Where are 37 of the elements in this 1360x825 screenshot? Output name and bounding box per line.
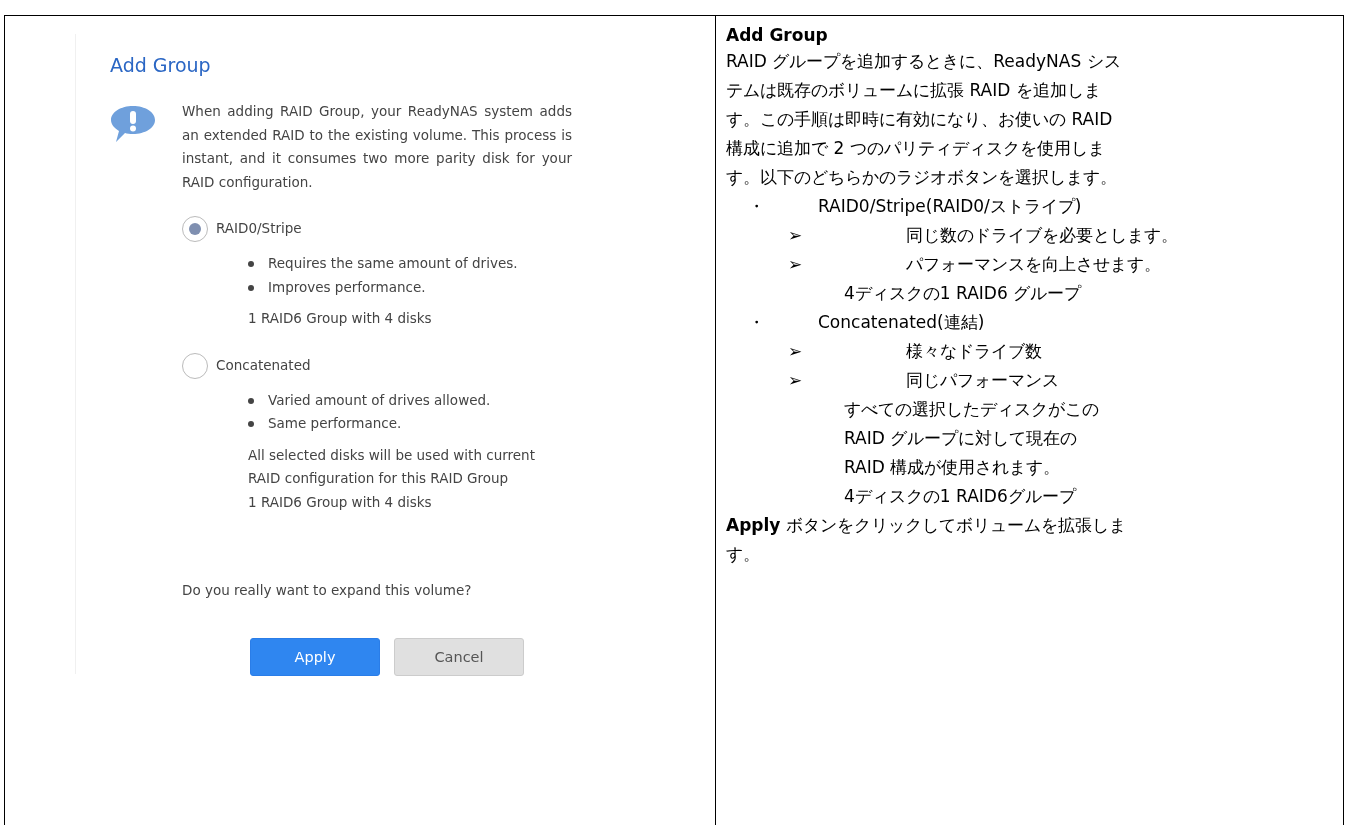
bullet-text: Same performance. — [268, 414, 402, 433]
section-title: Add Group — [726, 24, 829, 47]
bullet-icon — [248, 261, 254, 267]
bullet-text: Improves performance. — [268, 277, 426, 297]
arrow-marker: ➢ — [787, 369, 804, 392]
dialog-title: Add Group — [110, 54, 212, 76]
bullet-icon — [248, 421, 254, 427]
apply-button[interactable]: Apply — [250, 637, 380, 676]
option-label: RAID0/Stripe(RAID0/ストライプ) — [818, 195, 1082, 218]
arrow-marker: ➢ — [787, 340, 804, 363]
option-note: すべての選択したディスクがこの RAID グループに対して現在の RAID 構成が使用されます。 — [843, 398, 1100, 479]
bullet-icon — [248, 284, 254, 291]
cancel-button[interactable]: Cancel — [394, 637, 524, 676]
option-point: 同じパフォーマンス — [906, 369, 1059, 392]
option-label: RAID0/Stripe — [216, 219, 302, 239]
option-point: 様々なドライブ数 — [906, 340, 1042, 363]
bullet-icon — [248, 397, 254, 404]
speech-bubble-icon — [110, 104, 156, 144]
option-label: Concatenated — [216, 355, 311, 375]
option-point: パフォーマンスを向上させます。 — [906, 253, 1161, 276]
footer-paragraph: Apply ボタンをクリックしてボリュームを拡張します。 — [726, 514, 1127, 566]
arrow-marker: ➢ — [787, 253, 804, 276]
bullet-text: Requires the same amount of drives. — [268, 254, 518, 273]
bullet-text: Varied amount of drives allowed. — [268, 390, 491, 410]
bullet-marker: ・ — [747, 311, 766, 334]
option-note: 1 RAID6 Group with 4 disks — [248, 492, 433, 512]
dialog-message: When adding RAID Group, your ReadyNAS system adds an extended RAID to the existing volume. This process is instant, and it consumes two more parity disk for your RAID configuration. — [182, 102, 572, 192]
option-label: Concatenated(連結) — [818, 311, 985, 334]
confirm-question: Do you really want to expand this volume? — [182, 581, 473, 600]
option-note: 4ディスクの1 RAID6グループ — [843, 485, 1078, 508]
option-note: 4ディスクの1 RAID6 グループ — [843, 282, 1083, 305]
option-point: 同じ数のドライブを必要とします。 — [906, 224, 1178, 247]
bullet-marker: ・ — [747, 195, 766, 218]
intro-paragraph: RAID グループを追加するときに、ReadyNAS システムは既存のボリュームに拡張 RAID を追加します。この手順は即時に有効になり、お使いの RAID 構成に追加で 2 つのパリティディスクを使用します。以下のどちらかのラジオボタンを選択します。 — [726, 50, 1122, 189]
arrow-marker: ➢ — [787, 224, 804, 247]
option-note: All selected disks will be used with current RAID configuration for this RAID Group — [248, 445, 536, 488]
option-note: 1 RAID6 Group with 4 disks — [248, 309, 433, 328]
